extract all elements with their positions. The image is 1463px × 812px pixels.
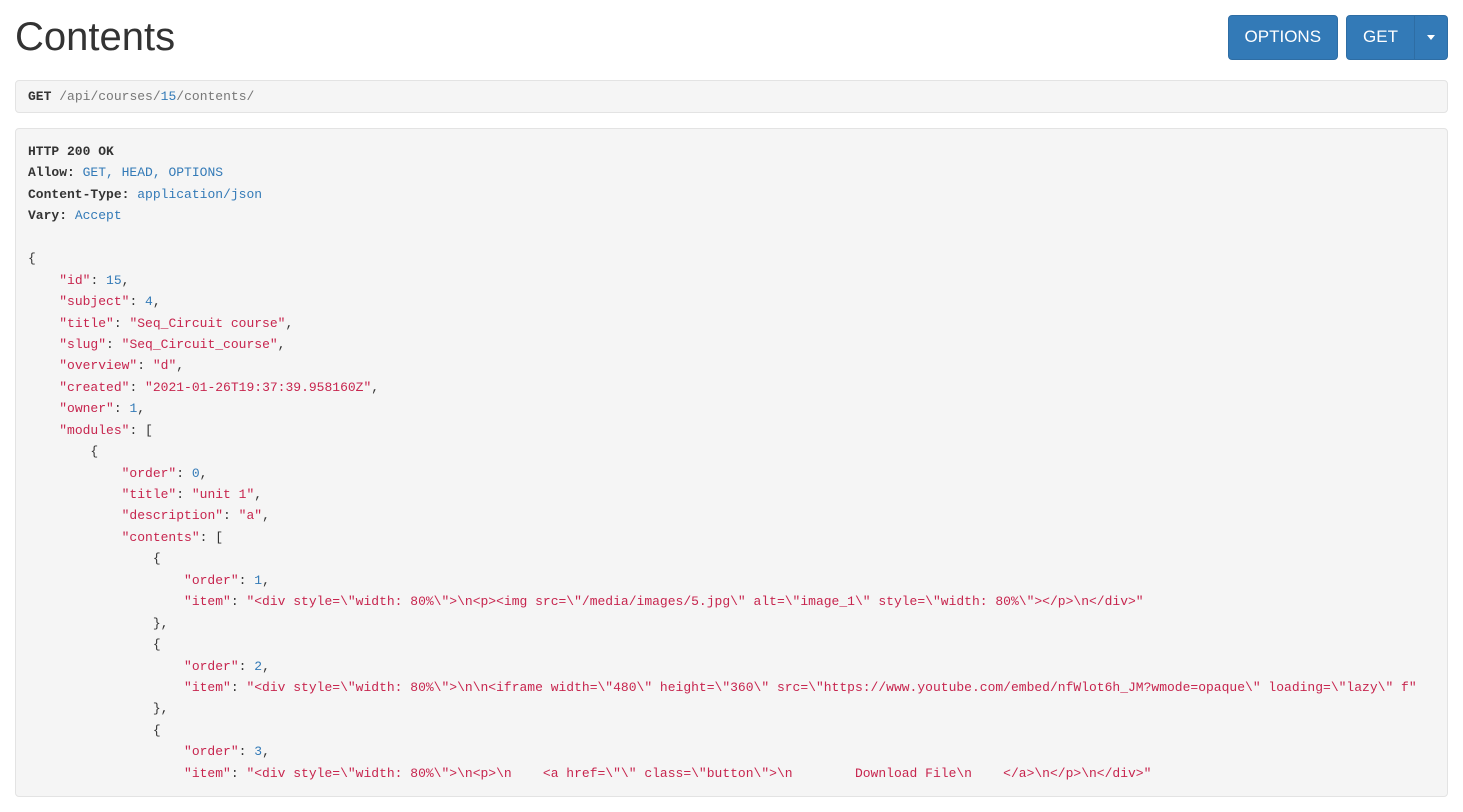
- allow-header-label: Allow:: [28, 165, 75, 180]
- request-path: /api/courses/15/contents/: [59, 89, 254, 104]
- button-toolbar: OPTIONS GET: [1228, 15, 1448, 60]
- page-header: Contents OPTIONS GET: [15, 15, 1448, 60]
- vary-header-value: Accept: [75, 208, 122, 223]
- vary-header-label: Vary:: [28, 208, 67, 223]
- request-info: GET /api/courses/15/contents/: [15, 80, 1448, 113]
- get-dropdown-toggle[interactable]: [1415, 15, 1448, 60]
- content-type-header-value: application/json: [137, 187, 262, 202]
- request-method: GET: [28, 89, 51, 104]
- status-line: HTTP 200 OK: [28, 144, 114, 159]
- options-button[interactable]: OPTIONS: [1228, 15, 1339, 60]
- content-type-header-label: Content-Type:: [28, 187, 129, 202]
- get-button[interactable]: GET: [1346, 15, 1415, 60]
- allow-header-value: GET, HEAD, OPTIONS: [83, 165, 223, 180]
- response-info: HTTP 200 OK Allow: GET, HEAD, OPTIONS Co…: [15, 128, 1448, 797]
- caret-down-icon: [1427, 35, 1435, 40]
- get-button-group: GET: [1346, 15, 1448, 60]
- response-body-json: { "id": 15, "subject": 4, "title": "Seq_…: [28, 251, 1417, 781]
- page-title: Contents: [15, 15, 175, 60]
